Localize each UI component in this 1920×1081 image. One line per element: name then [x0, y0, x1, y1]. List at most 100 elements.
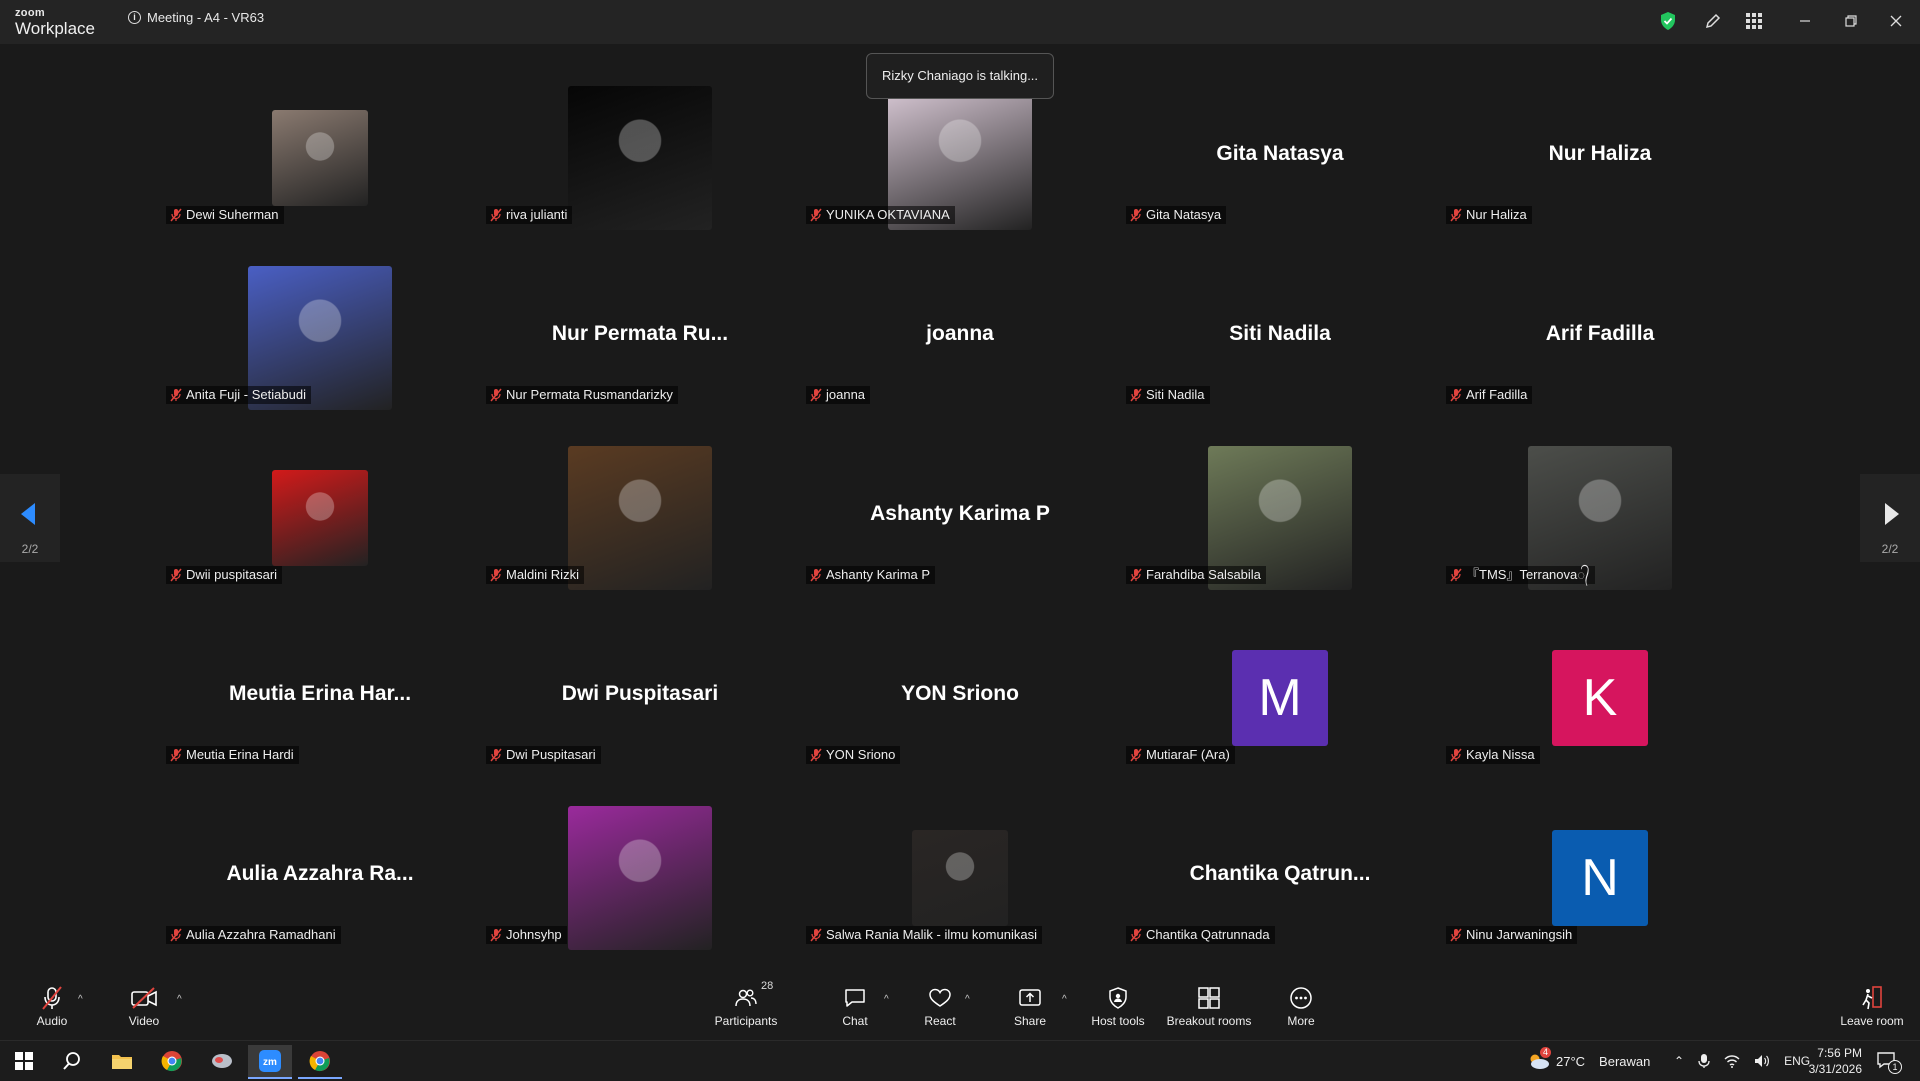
participant-tile[interactable]: Dwii puspitasari [160, 430, 480, 610]
more-label: More [1287, 1014, 1315, 1028]
participant-tile[interactable]: Johnsyhp [480, 790, 800, 970]
audio-options-caret-icon[interactable]: ^ [78, 994, 83, 1005]
microphone-icon[interactable] [1698, 1053, 1710, 1069]
search-button[interactable] [50, 1045, 94, 1077]
meeting-title: Meeting - A4 - VR63 [147, 10, 265, 25]
participant-tile[interactable]: Salwa Rania Malik - ilmu komunikasi [800, 790, 1120, 970]
previous-page-button[interactable]: 2/2 [0, 474, 60, 562]
participant-tile[interactable]: Meutia Erina Har... Meutia Erina Hardi [160, 610, 480, 790]
participant-display-name: YON Sriono [901, 682, 1019, 705]
wifi-icon[interactable] [1724, 1054, 1740, 1068]
participant-name: 『TMS』Terranova᭄ [1466, 567, 1590, 582]
host-tools-button[interactable]: Host tools [1090, 984, 1146, 1036]
participant-display-name: Nur Permata Ru... [551, 322, 729, 345]
restore-button[interactable] [1836, 8, 1866, 34]
zoom-taskbar-button[interactable]: zm [248, 1045, 292, 1079]
muted-mic-icon [1450, 928, 1462, 942]
clock[interactable]: 7:56 PM 3/31/2026 [1802, 1041, 1862, 1081]
participant-avatar [912, 830, 1008, 926]
participant-name-label: Ninu Jarwaningsih [1446, 926, 1578, 944]
participant-avatar [272, 110, 368, 206]
participant-name: Meutia Erina Hardi [186, 747, 294, 762]
muted-mic-icon [810, 208, 822, 222]
apps-grid-icon[interactable] [1743, 10, 1765, 32]
muted-mic-icon [490, 748, 502, 762]
breakout-rooms-button[interactable]: Breakout rooms [1166, 984, 1252, 1036]
video-button[interactable]: Video [126, 984, 162, 1036]
participant-name: YUNIKA OKTAVIANA [826, 207, 950, 222]
participant-tile[interactable]: Arif Fadilla Arif Fadilla [1440, 250, 1760, 430]
chat-options-caret-icon[interactable]: ^ [884, 994, 889, 1005]
participant-tile[interactable]: 『TMS』Terranova᭄ [1440, 430, 1760, 610]
muted-mic-icon [1450, 568, 1462, 582]
participant-tile[interactable]: Chantika Qatrun... Chantika Qatrunnada [1120, 790, 1440, 970]
muted-mic-icon [810, 568, 822, 582]
system-tray: ⌃ ENG [1674, 1041, 1810, 1081]
weather-widget[interactable]: 4 27°C Berawan [1526, 1041, 1650, 1081]
audio-button[interactable]: Audio [34, 984, 70, 1036]
participant-tile[interactable]: Dwi Puspitasari Dwi Puspitasari [480, 610, 800, 790]
participant-name-label: 『TMS』Terranova᭄ [1446, 566, 1595, 584]
windows-taskbar: zm 4 27°C Berawan ⌃ ENG 7:56 PM 3/31/202… [0, 1040, 1920, 1081]
share-button[interactable]: Share [1014, 984, 1046, 1036]
file-explorer-button[interactable] [100, 1045, 144, 1077]
more-button[interactable]: More [1286, 984, 1316, 1036]
participant-display-name: joanna [926, 322, 994, 345]
next-page-button[interactable]: 2/2 [1860, 474, 1920, 562]
participant-name: Dewi Suherman [186, 207, 279, 222]
encryption-shield-icon[interactable] [1657, 10, 1679, 32]
participant-tile[interactable]: Nur Permata Ru... Nur Permata Rusmandariz… [480, 250, 800, 430]
participant-tile[interactable]: Nur Haliza Nur Haliza [1440, 70, 1760, 250]
participant-name-label: Maldini Rizki [486, 566, 584, 584]
participant-tile[interactable]: riva julianti [480, 70, 800, 250]
chrome-button[interactable] [150, 1045, 194, 1077]
participant-display-name: Arif Fadilla [1545, 322, 1655, 345]
leave-room-button[interactable]: Leave room [1840, 984, 1904, 1036]
participant-tile[interactable]: Siti Nadila Siti Nadila [1120, 250, 1440, 430]
participant-name-label: Dwi Puspitasari [486, 746, 601, 764]
participant-name: Kayla Nissa [1466, 747, 1535, 762]
chrome-active-button[interactable] [298, 1045, 342, 1079]
chat-button[interactable]: Chat [840, 984, 870, 1036]
app-launcher-button[interactable] [200, 1045, 244, 1077]
muted-mic-icon [1130, 748, 1142, 762]
muted-mic-icon [1450, 388, 1462, 402]
info-icon[interactable]: i [128, 11, 141, 24]
share-label: Share [1013, 1014, 1047, 1028]
participant-tile[interactable]: Aulia Azzahra Ra... Aulia Azzahra Ramadha… [160, 790, 480, 970]
react-button[interactable]: React [922, 984, 958, 1036]
participant-tile[interactable]: YON Sriono YON Sriono [800, 610, 1120, 790]
participant-tile[interactable]: N Ninu Jarwaningsih [1440, 790, 1760, 970]
muted-mic-icon [1130, 388, 1142, 402]
close-button[interactable] [1881, 8, 1911, 34]
participants-button[interactable]: 28 Participants [712, 980, 780, 1036]
participant-name-label: Nur Permata Rusmandarizky [486, 386, 678, 404]
participant-tile[interactable]: M MutiaraF (Ara) [1120, 610, 1440, 790]
participant-tile[interactable]: Dewi Suherman [160, 70, 480, 250]
video-options-caret-icon[interactable]: ^ [177, 994, 182, 1005]
minimize-button[interactable] [1790, 8, 1820, 34]
participant-tile[interactable]: joanna joanna [800, 250, 1120, 430]
annotate-pencil-icon[interactable] [1702, 10, 1724, 32]
chrome-icon [309, 1051, 330, 1072]
tray-expand-icon[interactable]: ⌃ [1674, 1054, 1684, 1068]
participant-display-name: Meutia Erina Har... [228, 682, 412, 705]
volume-icon[interactable] [1754, 1054, 1770, 1068]
start-button[interactable] [2, 1045, 46, 1077]
participant-tile[interactable]: K Kayla Nissa [1440, 610, 1760, 790]
participant-tile[interactable]: Maldini Rizki [480, 430, 800, 610]
participant-tile[interactable]: Anita Fuji - Setiabudi [160, 250, 480, 430]
participant-tile[interactable]: Ashanty Karima P Ashanty Karima P [800, 430, 1120, 610]
notifications-button[interactable]: 1 [1876, 1041, 1902, 1081]
participant-tile[interactable]: Farahdiba Salsabila [1120, 430, 1440, 610]
participant-name-label: Johnsyhp [486, 926, 567, 944]
react-options-caret-icon[interactable]: ^ [965, 994, 970, 1005]
meeting-info[interactable]: i Meeting - A4 - VR63 [128, 10, 264, 25]
video-label: Video [128, 1014, 160, 1028]
app-icon [212, 1054, 232, 1068]
share-options-caret-icon[interactable]: ^ [1062, 994, 1067, 1005]
participant-tile[interactable]: Gita Natasya Gita Natasya [1120, 70, 1440, 250]
muted-mic-icon [810, 748, 822, 762]
participant-name-label: Siti Nadila [1126, 386, 1210, 404]
weather-temp: 27°C [1556, 1053, 1586, 1069]
